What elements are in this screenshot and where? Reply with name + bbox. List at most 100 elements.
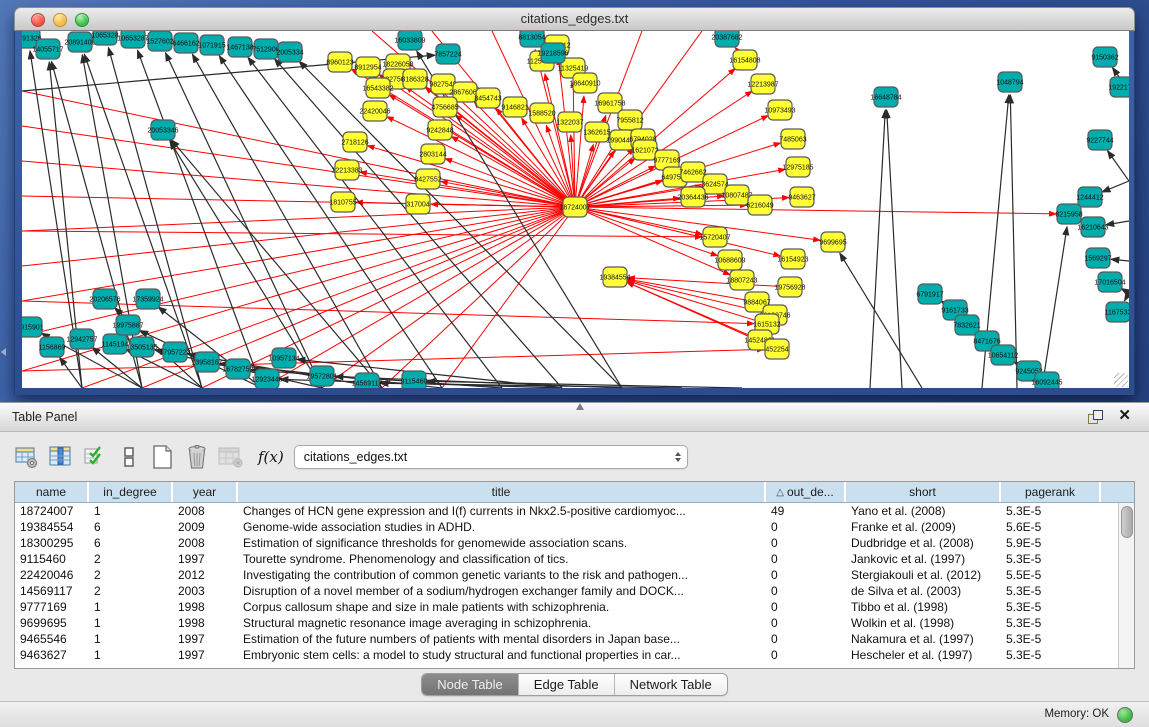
selected-node[interactable]: 8186328 [401, 69, 428, 89]
selected-edge[interactable] [442, 207, 575, 388]
selected-node[interactable]: 12213987 [747, 74, 778, 94]
selected-edge[interactable] [575, 207, 1056, 214]
cell-name[interactable]: 9699695 [15, 615, 89, 631]
cell-short[interactable]: Jankovic et al. (1997) [846, 551, 1001, 567]
cell-short[interactable]: Nakamura et al. (1997) [846, 631, 1001, 647]
node[interactable]: 1048794 [996, 72, 1023, 92]
selected-edge[interactable] [22, 196, 575, 207]
selected-node[interactable]: 452254 [765, 339, 789, 359]
node[interactable]: 19218596 [537, 43, 568, 63]
node[interactable]: 16648784 [870, 87, 901, 107]
cell-outde[interactable]: 0 [766, 535, 846, 551]
cell-indegree[interactable]: 6 [89, 519, 173, 535]
column-header-year[interactable]: year [173, 482, 238, 502]
cell-year[interactable]: 2008 [173, 503, 238, 519]
column-header-outde[interactable]: △out_de... [766, 482, 846, 502]
cell-pagerank[interactable]: 5.3E-5 [1001, 503, 1101, 519]
cell-outde[interactable]: 0 [766, 647, 846, 663]
tab-network-table[interactable]: Network Table [615, 674, 727, 695]
select-columns-icon[interactable] [82, 444, 108, 470]
node[interactable]: 10653287 [117, 31, 148, 48]
table-settings-icon[interactable] [14, 444, 40, 470]
node[interactable]: 16782759 [222, 359, 253, 379]
selected-node[interactable]: 12213383 [331, 160, 362, 180]
function-builder-icon[interactable]: f(x) [258, 448, 284, 466]
node[interactable]: 14055717 [32, 39, 63, 59]
canvas-resize-grip[interactable] [1114, 373, 1128, 387]
cell-short[interactable]: Yano et al. (2008) [846, 503, 1001, 519]
create-table-icon[interactable] [150, 444, 176, 470]
table-row[interactable]: 946554611997Estimation of the future num… [15, 631, 1134, 647]
column-header-indegree[interactable]: in_degree [89, 482, 173, 502]
cell-year[interactable]: 1998 [173, 615, 238, 631]
selected-node[interactable]: 1588520 [528, 103, 555, 123]
table-row[interactable]: 1872400712008Changes of HCN gene express… [15, 503, 1134, 519]
selected-node[interactable]: 15720407 [699, 227, 730, 247]
node[interactable]: 19572801 [306, 366, 337, 386]
column-header-name[interactable]: name [15, 482, 89, 502]
node[interactable]: 16210643 [1077, 217, 1108, 237]
cell-year[interactable]: 2003 [173, 583, 238, 599]
cell-pagerank[interactable]: 5.3E-5 [1001, 631, 1101, 647]
edge[interactable] [1125, 293, 1129, 301]
selected-node[interactable]: 9463627 [788, 187, 815, 207]
selected-node[interactable]: 10688609 [714, 250, 745, 270]
cell-title[interactable]: Tourette syndrome. Phenomenology and cla… [238, 551, 766, 567]
node[interactable]: 9150362 [1091, 47, 1118, 67]
cell-pagerank[interactable]: 5.3E-5 [1001, 583, 1101, 599]
delete-table-icon[interactable] [184, 444, 210, 470]
node[interactable]: 17359924 [132, 289, 163, 309]
node[interactable]: 16092445 [1031, 372, 1062, 388]
node[interactable]: 9227744 [1086, 130, 1113, 150]
selected-node[interactable]: 2803144 [419, 144, 446, 164]
cell-pagerank[interactable]: 5.3E-5 [1001, 615, 1101, 631]
node[interactable]: 13505135 [126, 337, 157, 357]
selected-node[interactable]: 16154923 [777, 249, 808, 269]
cell-indegree[interactable]: 2 [89, 567, 173, 583]
tab-node-table[interactable]: Node Table [422, 674, 519, 695]
table-row[interactable]: 1938455462009Genome-wide association stu… [15, 519, 1134, 535]
selected-edge[interactable] [451, 136, 575, 207]
cell-title[interactable]: Genome-wide association studies in ADHD. [238, 519, 766, 535]
cell-indegree[interactable]: 2 [89, 551, 173, 567]
node[interactable]: 17016504 [1094, 272, 1125, 292]
cell-year[interactable]: 1997 [173, 551, 238, 567]
edge[interactable] [870, 110, 885, 388]
selected-edge[interactable] [22, 126, 575, 207]
edge[interactable] [1121, 289, 1129, 293]
node[interactable]: 1244412 [1076, 187, 1103, 207]
edge[interactable] [1102, 181, 1129, 192]
node[interactable]: 1065328 [91, 31, 118, 45]
node[interactable]: 1145194 [102, 334, 129, 354]
cell-title[interactable]: Estimation of the future numbers of pati… [238, 631, 766, 647]
cell-pagerank[interactable]: 5.3E-5 [1001, 647, 1101, 663]
selected-node[interactable]: 18640910 [569, 73, 600, 93]
node[interactable]: 20053346 [147, 120, 178, 140]
cell-pagerank[interactable]: 5.3E-5 [1001, 599, 1101, 615]
cell-outde[interactable]: 0 [766, 551, 846, 567]
selected-edge[interactable] [575, 207, 820, 240]
node[interactable]: 1922175 [1108, 77, 1129, 97]
cell-year[interactable]: 2012 [173, 567, 238, 583]
selected-node[interactable]: 7485063 [779, 129, 806, 149]
selected-node[interactable]: 8912954 [354, 57, 381, 77]
node[interactable]: 1156869 [39, 337, 66, 357]
selected-node[interactable]: 20364436 [677, 187, 708, 207]
edge[interactable] [170, 141, 322, 388]
edge[interactable] [1111, 259, 1129, 261]
cell-name[interactable]: 9115460 [15, 551, 89, 567]
table-row[interactable]: 946362711997Embryonic stem cells: a mode… [15, 647, 1134, 663]
network-graph[interactable]: 1872400789601238912954182260589827503165… [22, 31, 1129, 388]
column-header-pagerank[interactable]: pagerank [1001, 482, 1101, 502]
selected-edge[interactable] [22, 231, 702, 237]
scrollbar-thumb[interactable] [1121, 506, 1133, 538]
node[interactable]: 7857224 [434, 44, 461, 64]
node[interactable]: 3915901 [22, 317, 44, 337]
selected-node[interactable]: 8454743 [474, 88, 501, 108]
node[interactable]: 1569297 [1084, 248, 1111, 268]
cell-title[interactable]: Estimation of significance thresholds fo… [238, 535, 766, 551]
cell-title[interactable]: Investigating the contribution of common… [238, 567, 766, 583]
node[interactable]: 16033809 [394, 31, 425, 50]
node[interactable]: 6466162 [172, 33, 199, 53]
selected-node[interactable]: 9242848 [426, 120, 453, 140]
